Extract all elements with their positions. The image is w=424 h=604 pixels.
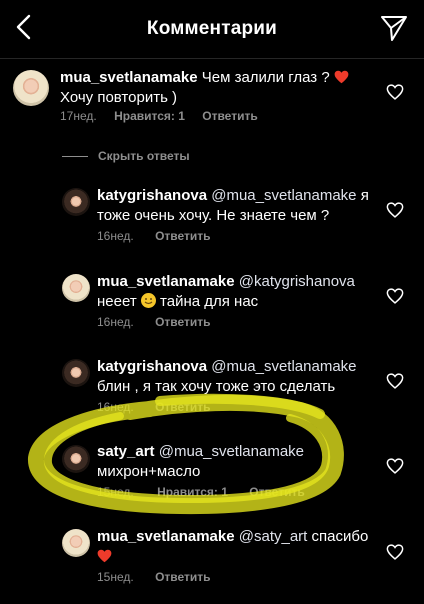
paper-plane-icon[interactable] [380, 14, 408, 42]
username[interactable]: mua_svetlanamake [97, 273, 235, 290]
reply-comment: saty_art @mua_svetlanamake михрон+масло … [0, 440, 424, 510]
likes-count[interactable]: Нравится: 1 [114, 109, 185, 123]
reply-button[interactable]: Ответить [155, 315, 210, 329]
avatar[interactable] [62, 445, 90, 473]
username[interactable]: mua_svetlanamake [60, 69, 198, 86]
username[interactable]: katygrishanova [97, 187, 207, 204]
avatar[interactable] [13, 70, 49, 106]
avatar[interactable] [62, 274, 90, 302]
comment-meta: 16нед. Ответить [97, 315, 211, 329]
header: Комментарии [0, 0, 424, 59]
comment-meta: 15нед. Ответить [97, 570, 211, 584]
reply-comment: katygrishanova @mua_svetlanamake блин , … [0, 355, 424, 425]
like-heart-icon[interactable] [386, 288, 404, 304]
comment-text: mua_svetlanamake @katygrishanova нееет т… [97, 273, 355, 310]
mention-link[interactable]: @mua_svetlanamake [211, 358, 356, 375]
comments-screen: Комментарии mua_svetlanamake Чем залили … [0, 0, 424, 604]
comment-time: 16нед. [97, 229, 134, 243]
comment-meta: 16нед. Ответить [97, 229, 211, 243]
comment-time: 17нед. [60, 109, 97, 123]
username[interactable]: katygrishanova [97, 358, 207, 375]
avatar[interactable] [62, 529, 90, 557]
comment-text: katygrishanova @mua_svetlanamake я тоже … [97, 187, 369, 224]
reply-button[interactable]: Ответить [155, 570, 210, 584]
like-heart-icon[interactable] [386, 202, 404, 218]
username[interactable]: saty_art [97, 443, 155, 460]
likes-count[interactable]: Нравится: 1 [157, 485, 228, 499]
like-heart-icon[interactable] [386, 458, 404, 474]
heart-emoji-icon [97, 549, 112, 563]
comment-main: mua_svetlanamake Чем залили глаз ? Хочу … [0, 64, 424, 134]
like-heart-icon[interactable] [386, 84, 404, 100]
mention-link[interactable]: @katygrishanova [239, 273, 355, 290]
comment-time: 15нед. [97, 485, 134, 499]
reply-button[interactable]: Ответить [155, 229, 210, 243]
comment-meta: 15нед. Нравится: 1 Ответить [97, 485, 305, 499]
comment-text: saty_art @mua_svetlanamake михрон+масло [97, 443, 305, 480]
reply-button[interactable]: Ответить [202, 109, 257, 123]
reply-button[interactable]: Ответить [155, 400, 210, 414]
heart-emoji-icon [334, 70, 349, 84]
reply-button[interactable]: Ответить [249, 485, 304, 499]
hide-replies-button[interactable]: Скрыть ответы [62, 148, 190, 164]
mention-link[interactable]: @mua_svetlanamake [159, 443, 304, 460]
comment-time: 16нед. [97, 400, 134, 414]
comment-text: mua_svetlanamake Чем залили глаз ? Хочу … [60, 68, 380, 108]
reply-comment: mua_svetlanamake @saty_art спасибо 15нед… [0, 525, 424, 597]
divider [62, 155, 88, 157]
page-title: Комментарии [146, 18, 278, 39]
username[interactable]: mua_svetlanamake [97, 528, 235, 545]
like-heart-icon[interactable] [386, 373, 404, 389]
comment-meta: 16нед. Ответить [97, 400, 211, 414]
reply-comment: katygrishanova @mua_svetlanamake я тоже … [0, 184, 424, 254]
reply-comment: mua_svetlanamake @katygrishanova нееет т… [0, 270, 424, 340]
avatar[interactable] [62, 359, 90, 387]
mention-link[interactable]: @saty_art [239, 528, 308, 545]
smile-emoji-icon [140, 293, 156, 308]
mention-link[interactable]: @mua_svetlanamake [211, 187, 356, 204]
avatar[interactable] [62, 188, 90, 216]
comment-text: katygrishanova @mua_svetlanamake блин , … [97, 358, 357, 395]
comment-text: mua_svetlanamake @saty_art спасибо [97, 527, 377, 567]
comment-meta: 17нед. Нравится: 1 Ответить [60, 109, 258, 123]
comment-time: 16нед. [97, 315, 134, 329]
comment-time: 15нед. [97, 570, 134, 584]
like-heart-icon[interactable] [386, 544, 404, 560]
